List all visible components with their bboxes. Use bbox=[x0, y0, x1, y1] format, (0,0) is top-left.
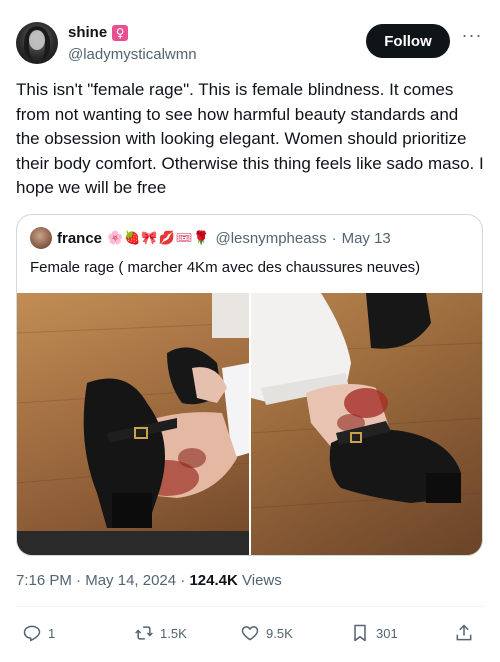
quoted-date: May 13 bbox=[341, 229, 391, 247]
quoted-tweet[interactable]: france 🌸🍓🎀💋🎟🌹 @lesnympheass · May 13 Fem… bbox=[16, 214, 483, 556]
repost-count: 1.5K bbox=[160, 625, 187, 641]
action-bar: 1 1.5K 9.5K 301 bbox=[22, 622, 482, 646]
photo-left[interactable] bbox=[17, 293, 249, 555]
like-button[interactable]: 9.5K bbox=[240, 622, 293, 644]
share-icon bbox=[456, 624, 472, 641]
quoted-author-emojis: 🌸🍓🎀💋🎟🌹 bbox=[107, 230, 211, 246]
author-name[interactable]: shine bbox=[68, 24, 107, 41]
author-handle[interactable]: @ladymysticalwmn bbox=[68, 46, 197, 63]
quoted-author-avatar bbox=[30, 227, 52, 249]
quoted-media bbox=[17, 293, 482, 555]
repost-button[interactable]: 1.5K bbox=[134, 622, 187, 644]
tweet-text: This isn't "female rage". This is female… bbox=[16, 80, 484, 197]
follow-button[interactable]: Follow bbox=[366, 24, 450, 58]
quoted-author-handle: @lesnympheass bbox=[215, 229, 327, 247]
meta-separator: · bbox=[180, 572, 186, 589]
quoted-tweet-text: Female rage ( marcher 4Km avec des chaus… bbox=[30, 259, 421, 276]
reply-count: 1 bbox=[48, 625, 56, 641]
share-button[interactable] bbox=[454, 622, 474, 644]
quoted-separator: · bbox=[331, 229, 337, 247]
repost-icon bbox=[135, 626, 153, 640]
reply-icon bbox=[23, 625, 41, 642]
quoted-author-name: france bbox=[57, 229, 103, 247]
tweet-meta: 7:16 PM · May 14, 2024 · 124.4K Views bbox=[16, 572, 282, 589]
bookmark-icon bbox=[354, 624, 366, 642]
photo-left-illustration bbox=[17, 293, 249, 555]
tweet-header: shine ♀ @ladymysticalwmn Follow ··· bbox=[16, 22, 484, 70]
photo-right[interactable] bbox=[251, 293, 482, 555]
views-label: Views bbox=[242, 572, 282, 589]
photo-right-illustration bbox=[251, 293, 482, 509]
bookmark-button[interactable]: 301 bbox=[350, 622, 398, 644]
more-options-icon[interactable]: ··· bbox=[460, 26, 484, 50]
reply-button[interactable]: 1 bbox=[22, 622, 55, 644]
quoted-tweet-header: france 🌸🍓🎀💋🎟🌹 @lesnympheass · May 13 bbox=[30, 227, 391, 249]
female-sign-icon: ♀ bbox=[112, 24, 129, 41]
bookmark-count: 301 bbox=[376, 625, 398, 641]
heart-icon bbox=[241, 626, 259, 641]
avatar-face bbox=[29, 30, 45, 50]
like-count: 9.5K bbox=[266, 625, 293, 641]
tweet-time[interactable]: 7:16 PM bbox=[16, 572, 72, 589]
divider bbox=[16, 606, 484, 607]
tweet-date[interactable]: May 14, 2024 bbox=[85, 572, 176, 589]
meta-separator: · bbox=[76, 572, 82, 589]
views-count: 124.4K bbox=[189, 572, 238, 589]
author-name-row: shine ♀ bbox=[68, 24, 129, 41]
author-avatar[interactable] bbox=[16, 22, 58, 64]
